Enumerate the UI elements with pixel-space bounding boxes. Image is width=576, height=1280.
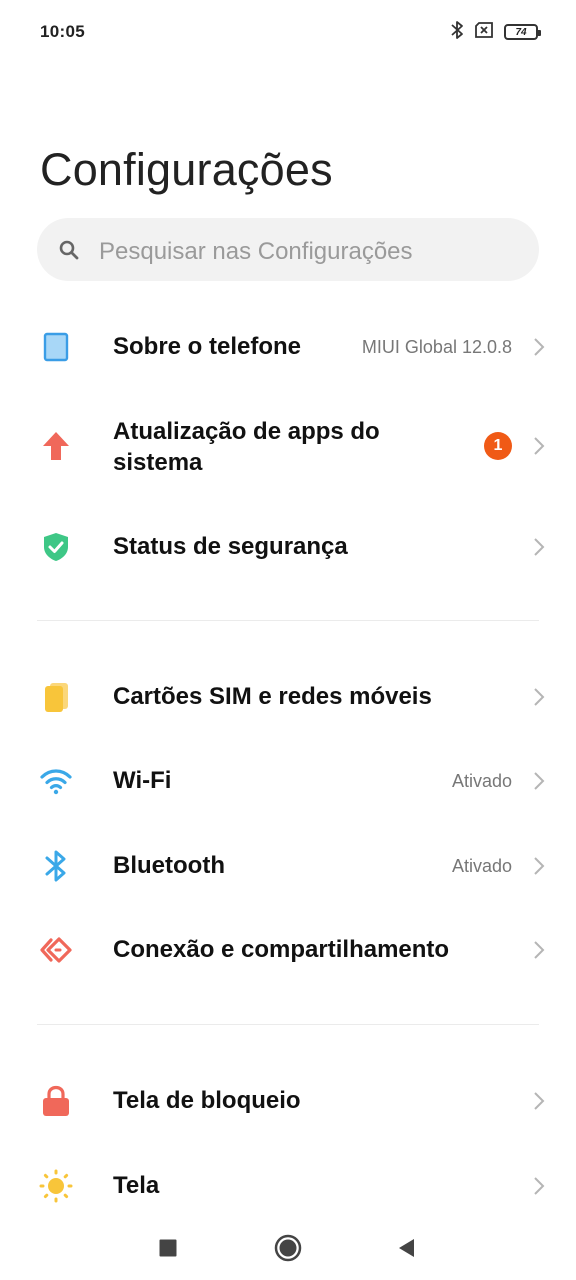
- wifi-icon: [38, 763, 74, 799]
- settings-item-system-app-updates[interactable]: Atualização de apps do sistema 1: [0, 408, 576, 488]
- section-divider: [37, 1024, 539, 1025]
- settings-item-label: Bluetooth: [113, 852, 225, 879]
- back-button[interactable]: [386, 1228, 426, 1268]
- settings-item-wifi[interactable]: Wi-Fi Ativado: [0, 746, 576, 816]
- settings-item-about-phone[interactable]: Sobre o telefone MIUI Global 12.0.8: [0, 312, 576, 382]
- settings-item-bluetooth[interactable]: Bluetooth Ativado: [0, 831, 576, 901]
- chevron-right-icon: [532, 336, 546, 358]
- chevron-right-icon: [532, 686, 546, 708]
- status-time: 10:05: [40, 22, 85, 41]
- update-count-badge: 1: [484, 432, 512, 460]
- chevron-right-icon: [532, 435, 546, 457]
- lock-icon: [38, 1083, 74, 1119]
- chevron-right-icon: [532, 939, 546, 961]
- sun-icon: [38, 1168, 74, 1204]
- status-icons: 74: [450, 20, 541, 45]
- shield-check-icon: [38, 529, 74, 565]
- chevron-right-icon: [532, 855, 546, 877]
- navigation-bar: [0, 1216, 576, 1280]
- sim-card-icon: [38, 679, 74, 715]
- settings-item-label-line2: sistema: [113, 449, 203, 476]
- settings-item-label: Cartões SIM e redes móveis: [113, 683, 432, 710]
- settings-item-value: Ativado: [451, 771, 512, 791]
- section-divider: [37, 620, 539, 621]
- status-bar: 10:05 74: [0, 0, 576, 64]
- chevron-right-icon: [532, 770, 546, 792]
- bluetooth-icon: [450, 20, 464, 45]
- settings-item-lock-screen[interactable]: Tela de bloqueio: [0, 1066, 576, 1136]
- settings-item-sim-cards[interactable]: Cartões SIM e redes móveis: [0, 662, 576, 732]
- search-placeholder: Pesquisar nas Configurações: [99, 238, 413, 265]
- settings-item-label: Status de segurança: [113, 533, 348, 560]
- home-button[interactable]: [268, 1228, 308, 1268]
- settings-item-connection-sharing[interactable]: Conexão e compartilhamento: [0, 915, 576, 985]
- battery-icon: 74: [504, 24, 541, 40]
- search-input[interactable]: Pesquisar nas Configurações: [37, 218, 539, 281]
- settings-item-label: Conexão e compartilhamento: [113, 936, 450, 963]
- chevron-right-icon: [532, 1175, 546, 1197]
- search-icon: [57, 238, 81, 262]
- settings-item-value: MIUI Global 12.0.8: [361, 337, 512, 357]
- settings-item-label: Tela de bloqueio: [113, 1087, 301, 1114]
- settings-item-label: Wi-Fi: [113, 767, 172, 794]
- phone-icon: [38, 329, 74, 365]
- page-title: Configurações: [40, 144, 333, 195]
- arrow-up-icon: [38, 428, 74, 464]
- settings-item-label-line1: Atualização de apps do: [113, 418, 380, 445]
- settings-item-label: Sobre o telefone: [113, 333, 302, 360]
- chevron-right-icon: [532, 1090, 546, 1112]
- settings-item-security-status[interactable]: Status de segurança: [0, 512, 576, 582]
- recents-button[interactable]: [148, 1228, 188, 1268]
- settings-item-value: Ativado: [451, 856, 512, 876]
- connection-share-icon: [38, 932, 74, 968]
- settings-item-display[interactable]: Tela: [0, 1151, 576, 1221]
- bluetooth-icon: [38, 848, 74, 884]
- settings-item-label: Tela: [113, 1172, 160, 1199]
- sim-missing-icon: [474, 21, 494, 43]
- chevron-right-icon: [532, 536, 546, 558]
